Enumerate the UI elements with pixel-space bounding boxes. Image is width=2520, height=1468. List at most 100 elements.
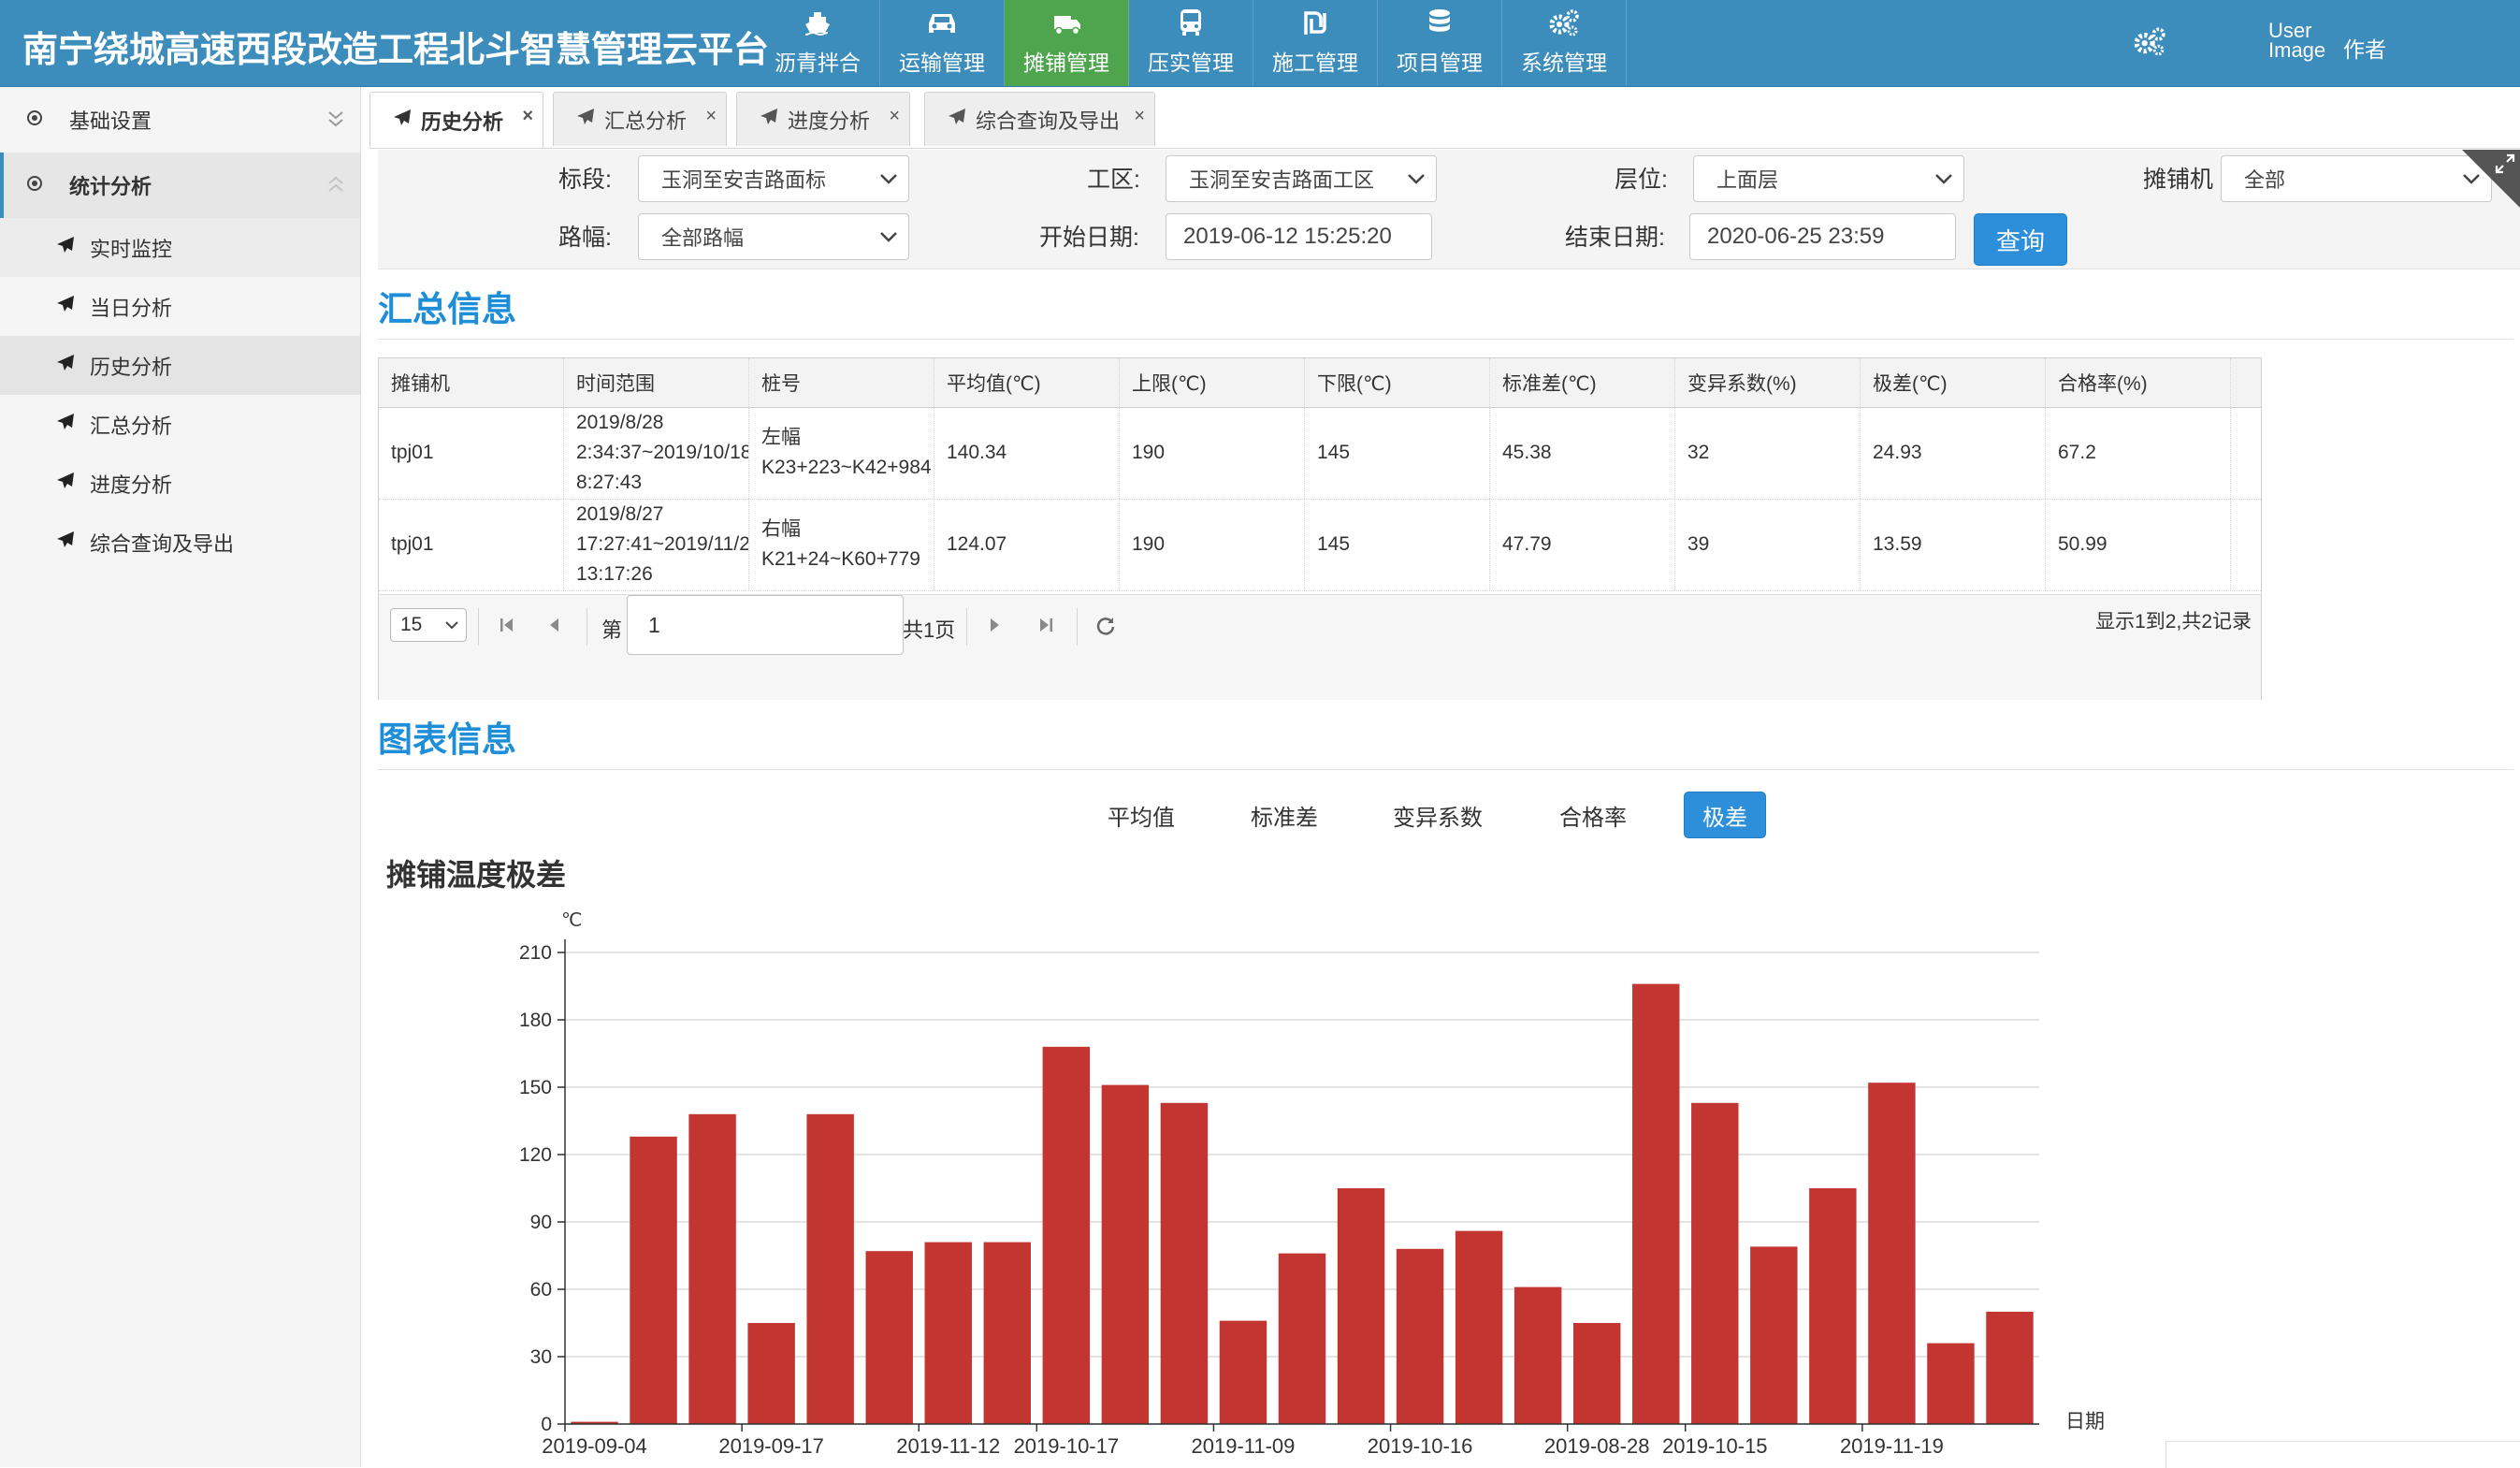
cell-text-line: 13:17:26	[576, 563, 653, 585]
close-icon[interactable]: ×	[889, 106, 900, 127]
chart-bar[interactable]	[1632, 983, 1680, 1424]
page-prefix: 第	[601, 618, 623, 642]
chart-bar[interactable]	[806, 1113, 854, 1424]
sidebar-item-summary-analysis[interactable]: 汇总分析	[0, 395, 360, 454]
chart-bar[interactable]	[1986, 1312, 2034, 1424]
chart-bar[interactable]	[1572, 1323, 1621, 1424]
bottom-corner-widget[interactable]	[2165, 1441, 2520, 1468]
last-page-icon[interactable]	[1037, 616, 1054, 639]
x-tick-label: 2019-09-04	[542, 1434, 647, 1458]
x-tick-label: 2019-10-17	[1014, 1434, 1120, 1458]
user-name[interactable]: 作者	[2343, 32, 2386, 64]
settings-gears-icon[interactable]	[2133, 26, 2166, 61]
chart-bar[interactable]	[1868, 1083, 1916, 1424]
column-header[interactable]: 时间范围	[564, 358, 749, 407]
chart-tab-pass-rate[interactable]: 合格率	[1546, 792, 1640, 838]
tab-bar: 历史分析 × 汇总分析 × 进度分析 × 综合查询及导出 ×	[369, 90, 2520, 149]
chart-bar[interactable]	[1691, 1102, 1739, 1424]
chart-bar[interactable]	[747, 1323, 795, 1424]
chart-bar[interactable]	[1278, 1253, 1326, 1424]
next-page-icon[interactable]	[989, 616, 1002, 639]
tab-label: 汇总分析	[604, 109, 688, 133]
sidebar-item-realtime-monitor[interactable]: 实时监控	[0, 218, 360, 277]
chart-bar[interactable]	[1101, 1084, 1150, 1424]
table-row[interactable]: tpj01 2019/8/28 2:34:37~2019/10/18 8:27:…	[379, 407, 2261, 500]
chart-tab-range[interactable]: 极差	[1684, 792, 1766, 838]
chart-bar[interactable]	[983, 1242, 1032, 1424]
refresh-icon[interactable]	[1095, 616, 1116, 641]
chart-bar[interactable]	[1337, 1188, 1385, 1424]
chart-tab-cv[interactable]: 变异系数	[1385, 792, 1490, 838]
tab-summary-analysis[interactable]: 汇总分析 ×	[553, 92, 727, 146]
chart-bar[interactable]	[630, 1136, 677, 1424]
sidebar-item-daily-analysis[interactable]: 当日分析	[0, 277, 360, 336]
y-tick-label: 150	[519, 1077, 552, 1098]
nav-compaction[interactable]: 压实管理	[1129, 0, 1253, 86]
chart-bar[interactable]	[1219, 1320, 1267, 1424]
sidebar-group-statistics[interactable]: 统计分析	[0, 153, 360, 218]
chart-bar[interactable]	[1455, 1230, 1503, 1424]
workarea-select[interactable]: 玉洞至安吉路面工区	[1166, 155, 1437, 202]
column-header[interactable]: 合格率(%)	[2046, 358, 2231, 407]
start-date-input[interactable]: 2019-06-12 15:25:20	[1166, 213, 1432, 260]
column-header[interactable]: 平均值(℃)	[934, 358, 1120, 407]
user-avatar[interactable]: User Image	[2268, 21, 2325, 82]
column-header[interactable]: 标准差(℃)	[1490, 358, 1675, 407]
nav-project[interactable]: 项目管理	[1378, 0, 1502, 86]
workarea-select-value: 玉洞至安吉路面工区	[1189, 168, 1375, 192]
column-header[interactable]: 桩号	[749, 358, 934, 407]
tab-query-export[interactable]: 综合查询及导出 ×	[924, 92, 1155, 146]
previous-page-icon[interactable]	[547, 616, 560, 639]
page-number-input[interactable]: 1	[627, 595, 904, 655]
sidebar: 基础设置 统计分析 实时监控 当日分析 历史分析 汇总分析 进度分析 综合查询及…	[0, 87, 361, 1467]
chart-tab-std[interactable]: 标准差	[1238, 792, 1331, 838]
column-header[interactable]: 摊铺机	[379, 358, 564, 407]
nav-system[interactable]: 系统管理	[1502, 0, 1627, 86]
tab-progress-analysis[interactable]: 进度分析 ×	[736, 92, 910, 146]
chart-bar[interactable]	[865, 1251, 913, 1424]
paver-select[interactable]: 全部	[2221, 155, 2492, 202]
chart-bar[interactable]	[1513, 1286, 1562, 1424]
chart-bar[interactable]	[1160, 1102, 1209, 1424]
table-row[interactable]: tpj01 2019/8/27 17:27:41~2019/11/26 13:1…	[379, 499, 2261, 591]
chart-bar[interactable]	[1396, 1248, 1444, 1424]
nav-paving[interactable]: 摊铺管理	[1005, 0, 1129, 86]
chart-bar[interactable]	[688, 1113, 736, 1424]
chart-tab-average[interactable]: 平均值	[1094, 792, 1188, 838]
layer-select[interactable]: 上面层	[1693, 155, 1964, 202]
chart-bar[interactable]	[1927, 1343, 1975, 1424]
chevron-down-icon	[878, 169, 899, 194]
road-width-select[interactable]: 全部路幅	[638, 213, 909, 260]
sidebar-item-query-export[interactable]: 综合查询及导出	[0, 513, 360, 572]
section-divider	[378, 769, 2513, 770]
chart-bar[interactable]	[1042, 1046, 1091, 1424]
nav-asphalt-mixing[interactable]: 沥青拌合	[756, 0, 880, 86]
chart-bar[interactable]	[924, 1242, 972, 1424]
paper-plane-icon	[56, 295, 75, 319]
column-header[interactable]: 极差(℃)	[1861, 358, 2046, 407]
first-page-icon[interactable]	[499, 616, 515, 639]
section-select[interactable]: 玉洞至安吉路面标	[638, 155, 909, 202]
close-icon[interactable]: ×	[1134, 106, 1145, 127]
page-size-select[interactable]: 15	[390, 608, 467, 642]
end-date-input[interactable]: 2020-06-25 23:59	[1689, 213, 1956, 260]
chart-bar[interactable]	[1750, 1246, 1798, 1424]
chart-bar[interactable]	[1809, 1188, 1857, 1424]
y-tick-label: 120	[519, 1144, 552, 1166]
nav-construction[interactable]: 施工管理	[1253, 0, 1378, 86]
tab-history-analysis[interactable]: 历史分析 ×	[369, 92, 543, 148]
column-header[interactable]: 变异系数(%)	[1675, 358, 1861, 407]
sidebar-item-progress-analysis[interactable]: 进度分析	[0, 454, 360, 513]
sidebar-item-label: 汇总分析	[90, 414, 173, 438]
road-width-label: 路幅:	[558, 225, 612, 251]
query-button[interactable]: 查询	[1974, 213, 2067, 266]
close-icon[interactable]: ×	[522, 106, 533, 127]
column-header[interactable]: 下限(℃)	[1305, 358, 1490, 407]
cell-pass-rate: 67.2	[2046, 407, 2231, 499]
close-icon[interactable]: ×	[705, 106, 717, 127]
sidebar-group-basic-settings[interactable]: 基础设置	[0, 87, 360, 153]
section-divider	[378, 339, 2513, 340]
column-header[interactable]: 上限(℃)	[1120, 358, 1305, 407]
nav-transport[interactable]: 运输管理	[880, 0, 1005, 86]
sidebar-item-history-analysis[interactable]: 历史分析	[0, 336, 360, 395]
